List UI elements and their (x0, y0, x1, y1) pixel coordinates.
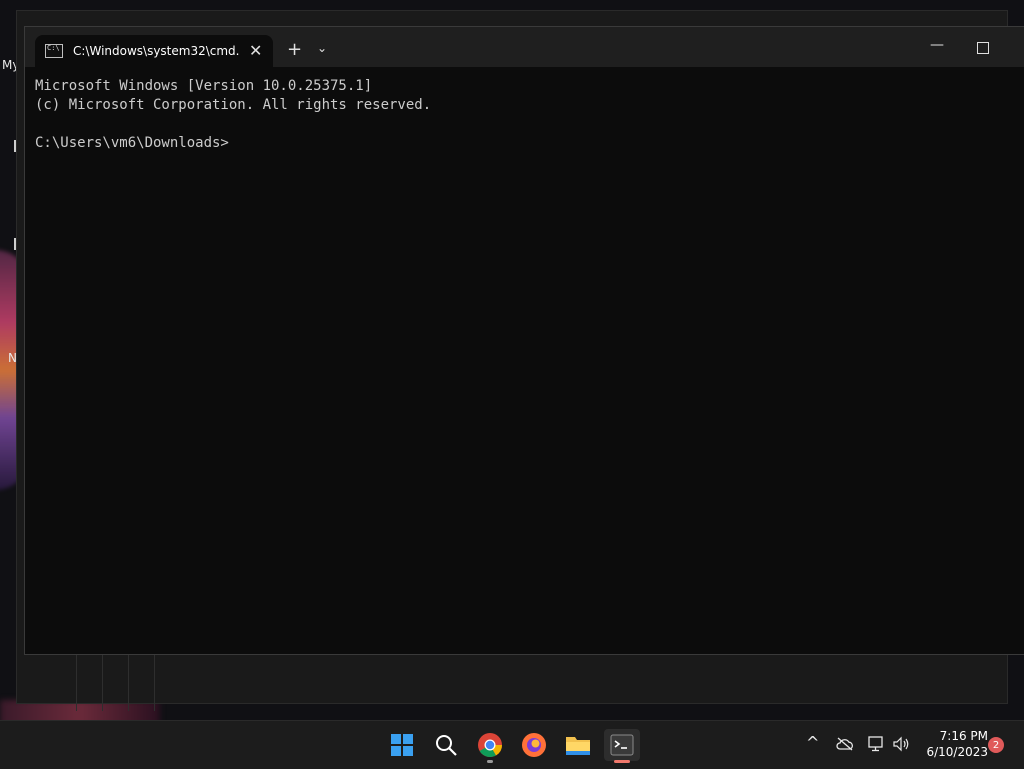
cmd-icon (45, 44, 63, 58)
minimize-button[interactable]: — (930, 37, 944, 53)
tab-title: C:\Windows\system32\cmd.exe (73, 44, 239, 58)
close-tab-icon[interactable]: ✕ (249, 43, 262, 59)
search-icon[interactable] (430, 729, 462, 761)
running-indicator (487, 760, 493, 763)
chevron-down-icon[interactable]: ⌄ (317, 41, 327, 55)
background-window-grid (50, 650, 1024, 711)
taskbar: ^ 7:16 PM 6/10/2023 2 (0, 720, 1024, 769)
tab-cmd[interactable]: C:\Windows\system32\cmd.exe ✕ (35, 35, 273, 67)
chrome-icon[interactable] (474, 729, 506, 763)
terminal-titlebar[interactable]: C:\Windows\system32\cmd.exe ✕ + ⌄ — (25, 27, 1024, 67)
file-explorer-icon[interactable] (562, 729, 594, 761)
console-output[interactable]: Microsoft Windows [Version 10.0.25375.1]… (35, 77, 431, 153)
clock-date: 6/10/2023 (926, 745, 988, 759)
onedrive-offline-icon[interactable] (836, 737, 854, 755)
terminal-window[interactable]: C:\Windows\system32\cmd.exe ✕ + ⌄ — Micr… (24, 26, 1024, 655)
clock-time: 7:16 PM (939, 729, 988, 743)
maximize-button[interactable] (977, 42, 989, 54)
windows-start-icon[interactable] (386, 729, 418, 761)
system-clock[interactable]: 7:16 PM 6/10/2023 (918, 728, 988, 760)
new-tab-button[interactable]: + (287, 39, 302, 60)
terminal-icon[interactable] (604, 729, 640, 763)
chevron-up-icon[interactable]: ^ (806, 733, 819, 752)
network-icon[interactable] (868, 736, 886, 756)
firefox-icon[interactable] (518, 729, 550, 761)
active-indicator (614, 760, 630, 763)
volume-icon[interactable] (892, 736, 910, 756)
notification-badge[interactable]: 2 (988, 737, 1004, 753)
